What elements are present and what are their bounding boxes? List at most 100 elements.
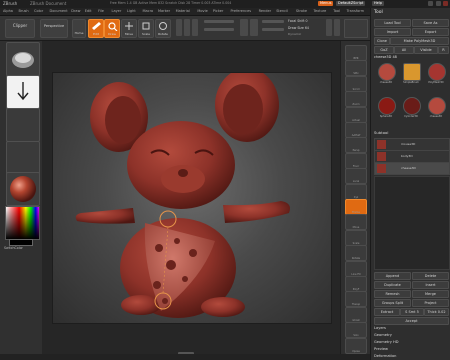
accept-button[interactable]: Accept bbox=[374, 317, 449, 325]
edit-button[interactable]: Edit bbox=[88, 19, 104, 38]
visible-button[interactable]: Visible bbox=[414, 46, 438, 54]
shelf-spix-button[interactable]: SPix bbox=[345, 60, 367, 77]
shelf-scroll-button[interactable]: Scroll bbox=[345, 75, 367, 92]
mrgb-toggle[interactable] bbox=[176, 19, 182, 36]
color-picker[interactable] bbox=[5, 206, 40, 240]
shelf-move-button[interactable]: Move bbox=[345, 214, 367, 231]
home-button[interactable]: Home bbox=[72, 19, 86, 38]
goz-button[interactable]: GoZ bbox=[374, 46, 394, 54]
r-button[interactable]: R bbox=[438, 46, 449, 54]
move-button[interactable]: Move bbox=[121, 19, 137, 38]
section-geometry[interactable]: Geometry bbox=[374, 333, 392, 337]
subtool-header[interactable]: Subtool bbox=[374, 130, 388, 135]
export-button[interactable]: Export bbox=[412, 28, 449, 36]
draw-button[interactable]: Draw bbox=[104, 19, 120, 38]
brush-picker[interactable] bbox=[6, 42, 40, 76]
section-preview[interactable]: Preview bbox=[374, 347, 388, 351]
menu-texture[interactable]: Texture bbox=[314, 9, 327, 13]
shelf-bpr-button[interactable]: BPR bbox=[345, 45, 367, 61]
m-toggle[interactable] bbox=[192, 19, 198, 36]
menu-transform[interactable]: Transform bbox=[347, 9, 364, 13]
close-icon[interactable] bbox=[443, 1, 448, 6]
dynamic-label[interactable]: Dynamic bbox=[288, 32, 301, 36]
zsub-toggle[interactable] bbox=[250, 19, 258, 36]
shelf-solo-button[interactable]: Solo bbox=[345, 322, 367, 339]
tool-thumbnail[interactable]: Sphere3D bbox=[374, 95, 398, 128]
draw-size-value[interactable]: Draw Size 64 bbox=[288, 26, 309, 30]
rgb-intensity-slider[interactable] bbox=[204, 20, 234, 23]
lightbox-toggle[interactable] bbox=[326, 19, 332, 36]
draw-size-bar[interactable] bbox=[262, 28, 284, 31]
zadd-toggle[interactable] bbox=[240, 19, 248, 36]
menu-layer[interactable]: Layer bbox=[112, 9, 122, 13]
menu-stroke[interactable]: Stroke bbox=[296, 9, 307, 13]
menu-alpha[interactable]: Alpha bbox=[3, 9, 13, 13]
minimize-icon[interactable] bbox=[428, 1, 433, 6]
rgb-toggle[interactable] bbox=[184, 19, 190, 36]
shelf-rotate-button[interactable]: Rotate bbox=[345, 245, 367, 262]
z-intensity-slider[interactable] bbox=[204, 28, 234, 31]
scale-button[interactable]: Scale bbox=[138, 19, 154, 38]
delete-button[interactable]: Delete bbox=[412, 272, 449, 280]
load-tool-button[interactable]: Load Tool bbox=[374, 19, 411, 27]
tool-thumbnail[interactable]: Cylinder3D bbox=[399, 95, 423, 128]
shelf-actual-button[interactable]: Actual bbox=[345, 106, 367, 123]
menu-macro[interactable]: Macro bbox=[143, 9, 154, 13]
menu-tool[interactable]: Tool bbox=[333, 9, 340, 13]
clipper-button[interactable]: Clipper bbox=[5, 19, 35, 38]
remesh-button[interactable]: Remesh bbox=[374, 290, 411, 298]
menu-stencil[interactable]: Stencil bbox=[276, 9, 288, 13]
menu-draw[interactable]: Draw bbox=[71, 9, 80, 13]
shelf-persp-button[interactable]: Persp bbox=[345, 137, 367, 154]
menu-file[interactable]: File bbox=[98, 9, 104, 13]
thick-slider[interactable]: Thick 0.02 bbox=[424, 308, 449, 316]
secondary-color-swatch[interactable] bbox=[9, 239, 33, 246]
tool-thumbnail[interactable]: cheese3D bbox=[424, 95, 448, 128]
menu-movie[interactable]: Movie bbox=[197, 9, 207, 13]
extract-button[interactable]: Extract bbox=[374, 308, 400, 316]
menu-marker[interactable]: Marker bbox=[158, 9, 170, 13]
tool-thumbnail[interactable]: SimpleBrush bbox=[399, 61, 423, 94]
shelf-floor-button[interactable]: Floor bbox=[345, 152, 367, 169]
make-polymesh-button[interactable]: Make PolyMesh3D bbox=[390, 37, 449, 45]
insert-button[interactable]: Insert bbox=[412, 281, 449, 289]
import-button[interactable]: Import bbox=[374, 28, 411, 36]
menu-light[interactable]: Light bbox=[127, 9, 136, 13]
tool-thumbnail[interactable]: cheese3D bbox=[374, 61, 398, 94]
shelf-xpose-button[interactable]: Xpose bbox=[345, 337, 367, 354]
save-as-button[interactable]: Save As bbox=[412, 19, 449, 27]
shelf-line-fill-button[interactable]: Line Fill bbox=[345, 260, 367, 277]
shelf-transp-button[interactable]: Transp bbox=[345, 291, 367, 308]
shelf-frame-button[interactable]: Frame bbox=[345, 199, 367, 215]
subtool-item[interactable]: cheese3D bbox=[374, 162, 450, 175]
rotate-button[interactable]: Rotate bbox=[155, 19, 171, 38]
help-button[interactable]: Help bbox=[372, 1, 384, 6]
all-button[interactable]: All bbox=[394, 46, 414, 54]
alpha-picker[interactable] bbox=[6, 108, 40, 142]
focal-shift-bar[interactable] bbox=[262, 20, 284, 23]
tool-thumbnail[interactable]: PolyMesh3D bbox=[424, 61, 448, 94]
texture-picker[interactable] bbox=[6, 141, 40, 175]
project-button[interactable]: Project bbox=[412, 299, 449, 307]
shelf-scale-button[interactable]: Scale bbox=[345, 229, 367, 246]
focal-shift-value[interactable]: Focal Shift 0 bbox=[288, 19, 308, 23]
merge-button[interactable]: Merge bbox=[412, 290, 449, 298]
menu-picker[interactable]: Picker bbox=[213, 9, 223, 13]
switch-color-label[interactable]: SwitchColor bbox=[4, 246, 23, 250]
menu-color[interactable]: Color bbox=[34, 9, 43, 13]
shelf-local-button[interactable]: Local bbox=[345, 168, 367, 185]
append-button[interactable]: Append bbox=[374, 272, 411, 280]
shelf-zoom-button[interactable]: Zoom bbox=[345, 91, 367, 108]
document-canvas[interactable] bbox=[52, 68, 332, 324]
menu-render[interactable]: Render bbox=[259, 9, 271, 13]
duplicate-button[interactable]: Duplicate bbox=[374, 281, 411, 289]
stroke-picker[interactable] bbox=[6, 75, 40, 109]
shelf-aahalf-button[interactable]: AAHalf bbox=[345, 122, 367, 138]
clone-button[interactable]: Clone bbox=[374, 37, 390, 45]
menus-button[interactable]: Menus bbox=[318, 1, 334, 6]
menu-material[interactable]: Material bbox=[176, 9, 190, 13]
groups-split-button[interactable]: Groups Split bbox=[374, 299, 411, 307]
spotlight-toggle[interactable] bbox=[334, 19, 340, 36]
section-geometry-hd[interactable]: Geometry HD bbox=[374, 340, 399, 344]
section-deformation[interactable]: Deformation bbox=[374, 354, 396, 358]
